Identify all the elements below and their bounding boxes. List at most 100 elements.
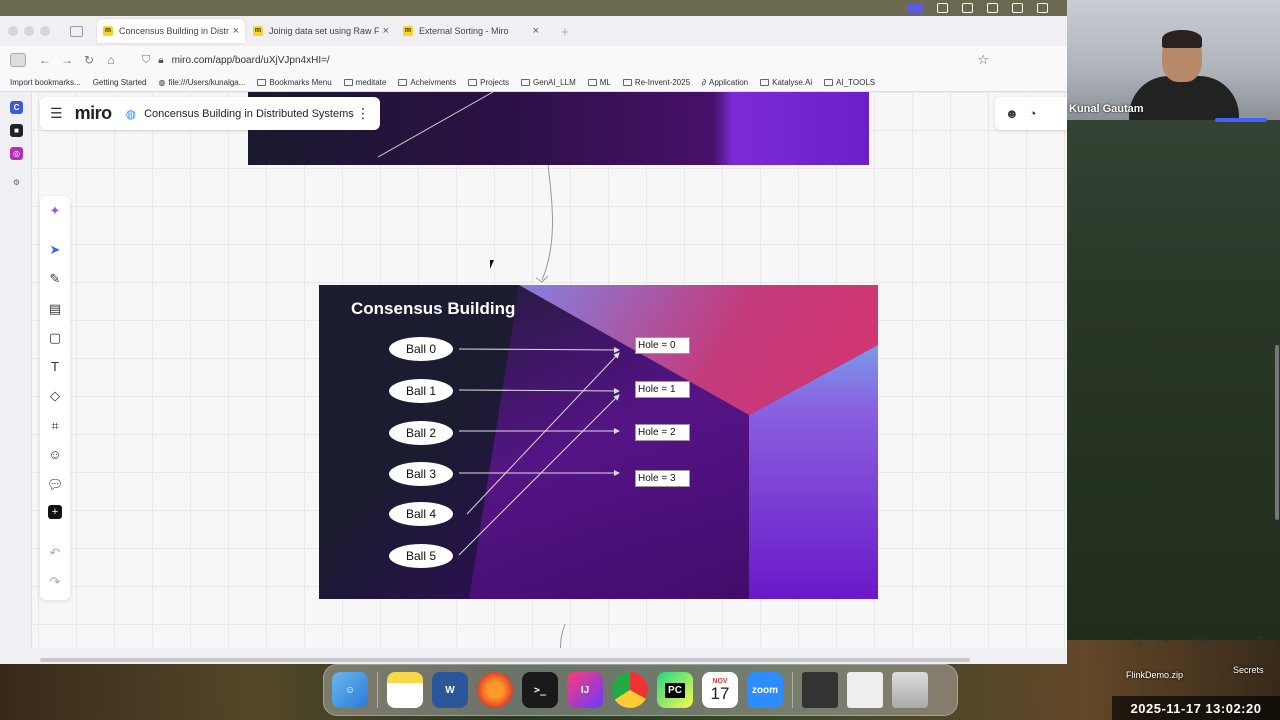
new-tab-icon[interactable]: + — [561, 24, 569, 39]
bookmark-menu[interactable]: Bookmarks Menu — [257, 78, 332, 87]
dock-window-thumbnail[interactable] — [802, 672, 838, 708]
zoom-out-icon[interactable]: − — [1164, 635, 1170, 647]
trash-icon[interactable] — [892, 672, 928, 708]
close-tab-icon[interactable]: × — [383, 25, 389, 37]
sidebar-icon[interactable] — [10, 53, 26, 67]
bookmark-meditate[interactable]: meditate — [343, 78, 386, 87]
more-tools-icon[interactable]: + — [48, 505, 62, 519]
pycharm-icon[interactable]: PC — [657, 672, 693, 708]
shield-icon[interactable]: ⛉ — [142, 54, 150, 67]
hole-box[interactable]: Hole = 2 — [635, 424, 690, 441]
bookmark-import[interactable]: Import bookmarks... — [10, 78, 81, 87]
zoom-in-icon[interactable]: + — [1229, 635, 1235, 647]
horizontal-scrollbar[interactable] — [40, 658, 970, 662]
ball-node[interactable]: Ball 4 — [389, 502, 453, 526]
close-tab-icon[interactable]: × — [533, 25, 539, 37]
firefox-icon[interactable] — [477, 672, 513, 708]
ai-sparkle-icon[interactable]: ✦ — [46, 202, 64, 220]
calendar-icon[interactable]: NOV 17 — [702, 672, 738, 708]
chrome-icon[interactable] — [612, 672, 648, 708]
ball-node[interactable]: Ball 1 — [389, 379, 453, 403]
rail-app-notes-icon[interactable]: ■ — [10, 124, 23, 137]
rail-app-circle-icon[interactable]: ◎ — [10, 147, 23, 160]
intellij-icon[interactable]: IJ — [567, 672, 603, 708]
folder-icon — [257, 79, 267, 86]
slide-frame-consensus-building[interactable]: Consensus Building Ball 0 Ball 1 Ball 2 … — [319, 285, 878, 599]
close-window-button[interactable] — [8, 26, 18, 36]
main-menu-icon[interactable]: ☰ — [50, 105, 63, 122]
ball-node[interactable]: Ball 5 — [389, 544, 453, 568]
bookmark-reinvent[interactable]: Re-Invent-2025 — [622, 78, 690, 87]
reactions-icon[interactable]: ☻ — [1005, 106, 1019, 121]
notes-icon[interactable] — [387, 672, 423, 708]
url-text[interactable]: miro.com/app/board/uXjVJpn4xHI=/ — [172, 55, 330, 66]
back-icon[interactable]: ← — [34, 53, 56, 67]
help-icon[interactable]: ? — [1257, 635, 1263, 647]
finder-icon[interactable]: ☺ — [332, 672, 368, 708]
board-title[interactable]: Concensus Building in Distributed System… — [144, 108, 354, 120]
tab-consensus-building[interactable]: m Concensus Building in Distributed × — [97, 19, 245, 43]
globe-icon[interactable]: ◍ — [126, 107, 136, 121]
zoom-level[interactable]: 1% — [1192, 635, 1208, 647]
rail-settings-icon[interactable]: ⚙ — [10, 176, 23, 189]
amazon-icon[interactable] — [1037, 3, 1048, 13]
bookmark-label: Projects — [480, 78, 510, 87]
board-options-icon[interactable]: ⋮ — [356, 105, 370, 122]
ball-node[interactable]: Ball 0 — [389, 337, 453, 361]
table-tool-icon[interactable]: ▤ — [46, 300, 64, 318]
chat-icon[interactable]: ◔ — [1029, 106, 1037, 121]
bookmark-star-icon[interactable]: ☆ — [977, 52, 989, 68]
comment-tool-icon[interactable]: 💬︎ — [46, 476, 64, 494]
rail-app-c-icon[interactable]: C — [10, 101, 23, 114]
terminal-icon[interactable]: >_ — [522, 672, 558, 708]
bookmark-acheivments[interactable]: Acheivments — [398, 78, 456, 87]
close-tab-icon[interactable]: × — [233, 25, 239, 37]
bookmark-ai-tools[interactable]: AI_TOOLS — [824, 78, 875, 87]
menubar-app-icon[interactable] — [937, 3, 948, 13]
bookmark-ml[interactable]: ML — [587, 78, 611, 87]
drive-icon[interactable] — [1012, 3, 1023, 13]
bookmark-file[interactable]: ◍ file:///Users/kunalga... — [159, 78, 246, 87]
screen-share-icon[interactable] — [907, 3, 923, 13]
url-bar[interactable]: ⛉ 🔒︎ miro.com/app/board/uXjVJpn4xHI=/ — [136, 49, 916, 71]
tab-external-sorting[interactable]: m External Sorting - Miro × — [397, 19, 545, 43]
fit-to-screen-icon[interactable]: ⊡ — [1133, 635, 1142, 648]
home-icon[interactable]: ⌂ — [100, 53, 122, 67]
emoji-tool-icon[interactable]: ☺ — [46, 446, 64, 464]
miro-logo[interactable]: miro — [75, 103, 113, 124]
forward-icon[interactable]: → — [56, 53, 78, 67]
webcam-indicator — [1215, 118, 1267, 122]
zoom-window-button[interactable] — [40, 26, 50, 36]
frame-tool-icon[interactable]: ⌗ — [46, 417, 64, 435]
dock-window-thumbnail[interactable] — [847, 672, 883, 708]
sticky-note-icon[interactable]: ▢ — [46, 329, 64, 347]
undo-icon[interactable]: ↶ — [46, 544, 64, 562]
pen-tool-icon[interactable]: ✎ — [46, 270, 64, 288]
cube-icon[interactable] — [962, 3, 973, 13]
hole-box[interactable]: Hole = 3 — [635, 470, 690, 487]
bookmark-katalyse[interactable]: Katalyse.Ai — [760, 78, 812, 87]
text-tool-icon[interactable]: T — [46, 358, 64, 376]
shapes-tool-icon[interactable]: ◇ — [46, 387, 64, 405]
tab-joining-data-set[interactable]: m Joinig data set using Raw File C × — [247, 19, 395, 43]
minimize-window-button[interactable] — [24, 26, 34, 36]
bookmark-application[interactable]: ∂ Application — [702, 78, 748, 87]
zoom-app-icon[interactable]: zoom — [747, 672, 783, 708]
bookmark-getting-started[interactable]: Getting Started — [93, 78, 147, 87]
reload-icon[interactable]: ↻ — [78, 53, 100, 67]
ball-node[interactable]: Ball 3 — [389, 462, 453, 486]
hole-box[interactable]: Hole = 1 — [635, 381, 690, 398]
hole-box[interactable]: Hole = 0 — [635, 337, 690, 354]
lock-icon[interactable]: 🔒︎ — [158, 55, 163, 66]
sidebar-toggle-icon[interactable] — [70, 25, 83, 37]
ball-node[interactable]: Ball 2 — [389, 421, 453, 445]
bookmark-genai[interactable]: GenAI_LLM — [521, 78, 576, 87]
desktop-file-secrets[interactable]: Secrets — [1233, 665, 1264, 675]
bookmark-projects[interactable]: Projects — [468, 78, 509, 87]
desktop-file-flinkdemo[interactable]: FlinkDemo.zip — [1126, 670, 1183, 680]
clipboard-icon[interactable] — [987, 3, 998, 13]
vertical-scrollbar[interactable] — [1275, 345, 1279, 520]
select-tool-icon[interactable]: ➤ — [46, 241, 64, 259]
redo-icon[interactable]: ↷ — [46, 573, 64, 591]
word-icon[interactable]: W — [432, 672, 468, 708]
